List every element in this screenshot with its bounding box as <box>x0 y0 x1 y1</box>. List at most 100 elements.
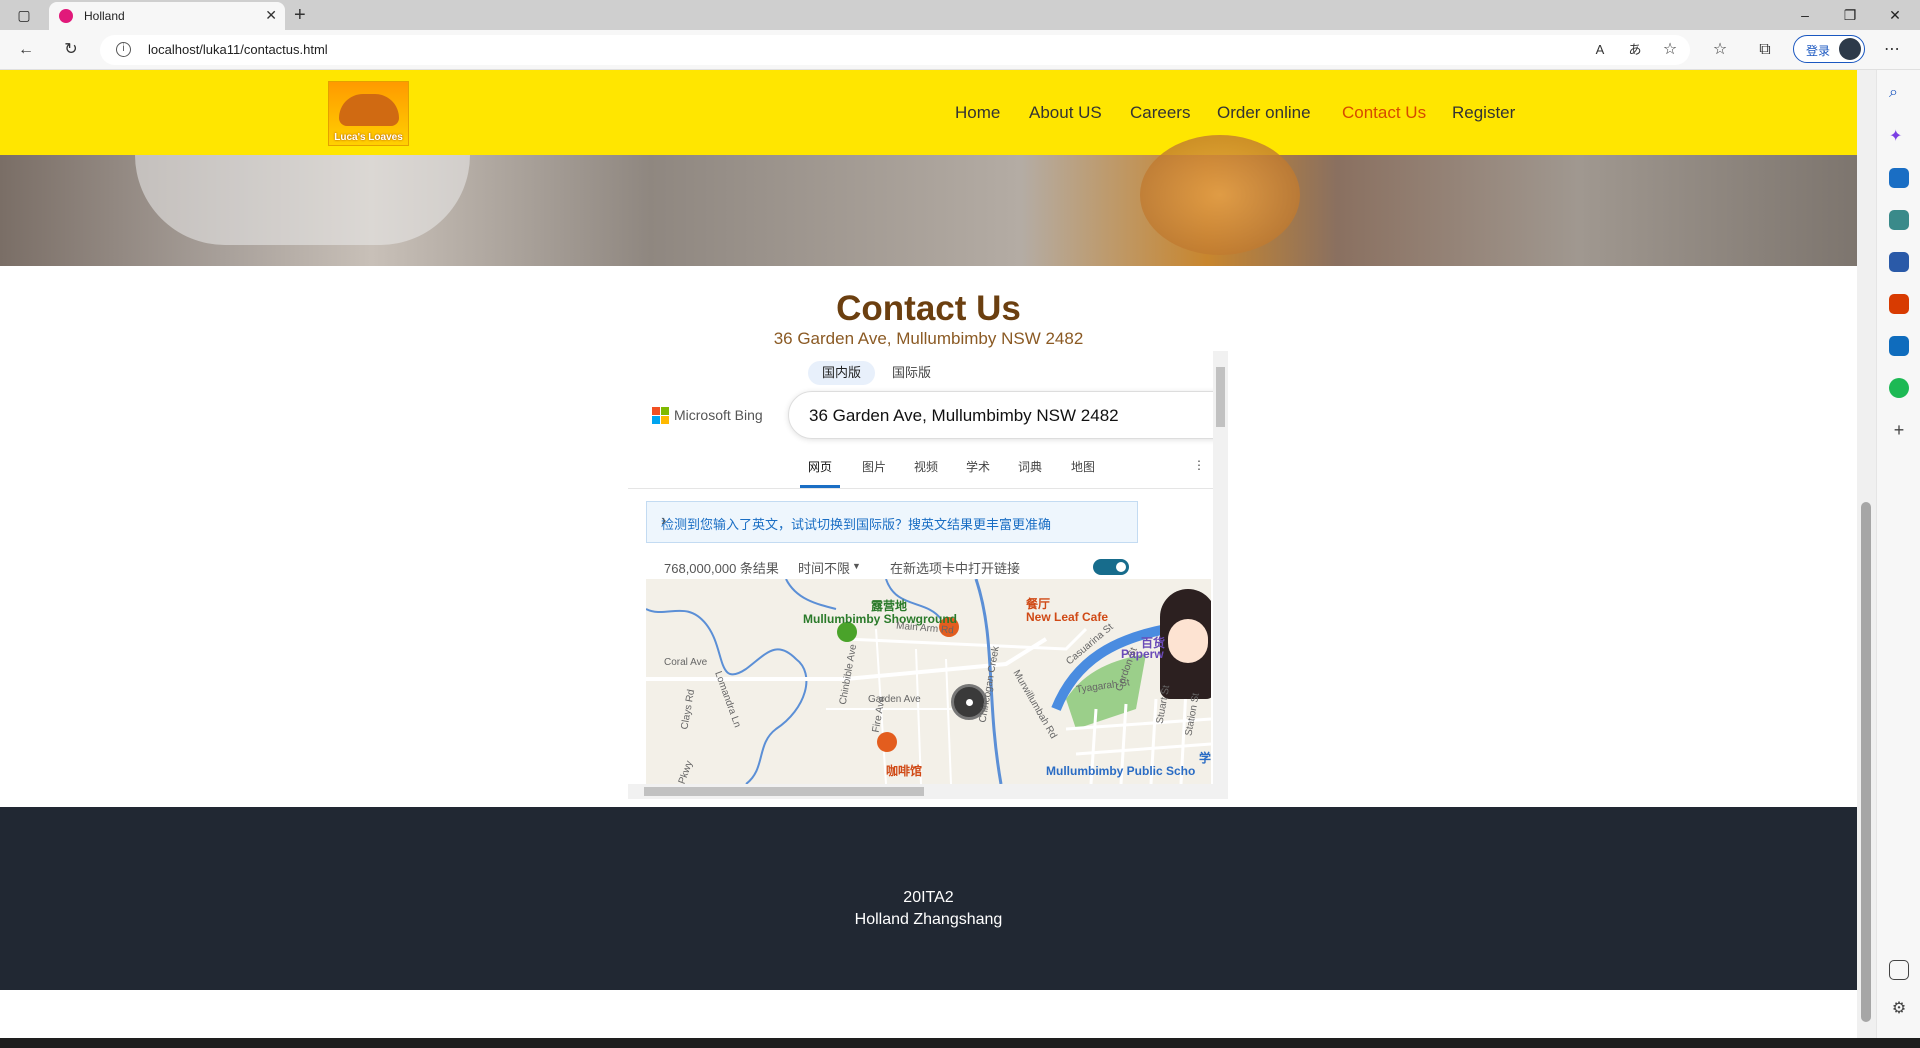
add-favorite-icon[interactable]: ☆ <box>1660 40 1680 60</box>
milk-cup-shape <box>135 155 470 245</box>
browser-tab-strip: ▢ Holland ✕ + – ❐ ✕ <box>0 0 1920 30</box>
address-bar[interactable]: i localhost/luka11/contactus.html A あ ☆ <box>100 35 1690 65</box>
restore-icon[interactable]: ❐ <box>1840 6 1860 24</box>
office-icon[interactable] <box>1889 294 1909 314</box>
url-text[interactable]: localhost/luka11/contactus.html <box>148 42 328 57</box>
footer-class: 20ITA2 <box>903 889 954 906</box>
time-filter[interactable]: 时间不限 <box>798 558 850 577</box>
site-logo[interactable]: Luca's Loaves <box>328 81 409 146</box>
collections-icon[interactable]: ⧉ <box>1755 40 1775 60</box>
back-icon[interactable]: ← <box>16 40 36 60</box>
frame-hscroll-thumb[interactable] <box>644 787 924 796</box>
frame-horizontal-scrollbar[interactable] <box>628 784 1228 799</box>
page-viewport: Luca's Loaves Home About US Careers Orde… <box>0 70 1857 1038</box>
add-app-icon[interactable]: + <box>1889 420 1909 440</box>
refresh-icon[interactable]: ↻ <box>61 40 81 60</box>
ms-logo-red <box>652 407 660 415</box>
bing-mascot-image <box>1160 589 1211 699</box>
browser-toolbar: ← ↻ i localhost/luka11/contactus.html A … <box>0 30 1920 70</box>
map-label-baihuo: 百货 <box>1141 636 1166 650</box>
new-tab-label: 在新选项卡中打开链接 <box>890 561 1021 576</box>
hide-sidebar-icon[interactable] <box>1889 960 1909 980</box>
translate-icon[interactable]: あ <box>1625 40 1645 60</box>
close-tab-icon[interactable]: ✕ <box>265 7 277 24</box>
toggle-knob <box>1116 562 1126 572</box>
scope-images[interactable]: 图片 <box>862 458 886 475</box>
search-icon[interactable]: ⌕ <box>1889 84 1909 104</box>
page-title: Contact Us <box>836 289 1021 328</box>
new-tab-toggle[interactable] <box>1093 559 1129 575</box>
tab-actions-icon[interactable]: ▢ <box>14 6 34 24</box>
chevron-down-icon: ▼ <box>852 561 861 571</box>
frame-vertical-scrollbar[interactable] <box>1213 351 1228 784</box>
ms-logo-green <box>661 407 669 415</box>
scope-videos[interactable]: 视频 <box>914 458 938 475</box>
browser-sidebar: ⌕ ✦ + ⚙ <box>1876 70 1920 1048</box>
shopping-icon[interactable] <box>1889 168 1909 188</box>
site-info-icon[interactable]: i <box>116 42 131 57</box>
map-label-cafe: New Leaf Cafe <box>1026 610 1109 624</box>
close-window-icon[interactable]: ✕ <box>1885 6 1905 24</box>
read-aloud-icon[interactable]: A <box>1590 40 1610 60</box>
mascot-face <box>1168 619 1208 663</box>
page-scrollbar-thumb[interactable] <box>1861 502 1871 1022</box>
map-label-coffee: 咖啡馆 <box>886 764 923 778</box>
login-button[interactable]: 登录 <box>1793 35 1865 63</box>
logo-text: Luca's Loaves <box>334 132 403 143</box>
language-notice[interactable]: 检测到您输入了英文，试试切换到国际版？搜英文结果更丰富更准确 › <box>646 501 1138 543</box>
scope-dictionary[interactable]: 词典 <box>1018 458 1042 475</box>
tab-title: Holland <box>84 9 125 23</box>
map-label-school: Mullumbimby Public Scho <box>1046 764 1196 778</box>
bing-brand: Microsoft Bing <box>674 407 763 423</box>
frame-vscroll-thumb[interactable] <box>1216 367 1225 427</box>
nav-careers[interactable]: Careers <box>1130 103 1190 123</box>
profile-avatar <box>1839 38 1861 60</box>
address-text: 36 Garden Ave, Mullumbimby NSW 2482 <box>773 329 1084 348</box>
settings-gear-icon[interactable]: ⚙ <box>1889 998 1909 1018</box>
bing-search-input[interactable]: 36 Garden Ave, Mullumbimby NSW 2482 <box>788 391 1228 439</box>
os-taskbar <box>0 1038 1920 1048</box>
tools-icon[interactable] <box>1889 210 1909 230</box>
site-footer: 20ITA2 Holland Zhangshang <box>0 807 1857 990</box>
nav-order-online[interactable]: Order online <box>1217 103 1311 123</box>
nav-home[interactable]: Home <box>955 103 1000 123</box>
map-label-school-cn: 学 <box>1199 751 1211 765</box>
new-tab-icon[interactable]: + <box>294 4 306 27</box>
minimize-icon[interactable]: – <box>1795 6 1815 24</box>
segment-domestic[interactable]: 国内版 <box>808 361 876 385</box>
more-menu-icon[interactable]: ⋯ <box>1882 40 1902 60</box>
map-label-coral: Coral Ave <box>664 657 708 668</box>
scope-web[interactable]: 网页 <box>808 458 832 475</box>
ms-logo-yellow <box>661 416 669 424</box>
result-count: 768,000,000 条结果 <box>664 561 779 576</box>
ms-logo-blue <box>652 416 660 424</box>
outlook-icon[interactable] <box>1889 336 1909 356</box>
site-navbar: Luca's Loaves Home About US Careers Orde… <box>0 70 1857 155</box>
login-label: 登录 <box>1806 44 1831 58</box>
chevron-right-icon: › <box>661 512 667 529</box>
segment-international[interactable]: 国际版 <box>878 361 945 385</box>
scope-divider <box>628 488 1228 489</box>
favorites-icon[interactable]: ☆ <box>1710 40 1730 60</box>
search-query: 36 Garden Ave, Mullumbimby NSW 2482 <box>809 406 1119 425</box>
coffee-icon[interactable] <box>877 732 897 752</box>
hero-banner-image <box>0 135 1857 266</box>
copilot-icon[interactable]: ✦ <box>1889 126 1909 146</box>
scope-academic[interactable]: 学术 <box>966 458 990 475</box>
spotify-icon[interactable] <box>1889 378 1909 398</box>
map-preview[interactable]: 露营地 Mullumbimby Showground 餐厅 New Leaf C… <box>646 579 1211 784</box>
bread-shape <box>1140 135 1300 255</box>
page-scrollbar[interactable] <box>1857 70 1876 1038</box>
nav-register[interactable]: Register <box>1452 103 1515 123</box>
games-icon[interactable] <box>1889 252 1909 272</box>
croissant-icon <box>339 94 399 126</box>
scope-more-icon[interactable]: ⋮ <box>1193 458 1205 472</box>
nav-about-us[interactable]: About US <box>1029 103 1102 123</box>
scope-maps[interactable]: 地图 <box>1071 458 1095 475</box>
bing-map-iframe[interactable]: 国内版 国际版 Microsoft Bing 36 Garden Ave, Mu… <box>628 351 1228 799</box>
bing-logo[interactable]: Microsoft Bing <box>652 406 772 426</box>
footer-author: Holland Zhangshang <box>854 911 1003 928</box>
browser-tab[interactable]: Holland ✕ <box>49 2 285 30</box>
nav-contact-us[interactable]: Contact Us <box>1342 103 1426 123</box>
site-favicon-icon <box>59 9 73 23</box>
